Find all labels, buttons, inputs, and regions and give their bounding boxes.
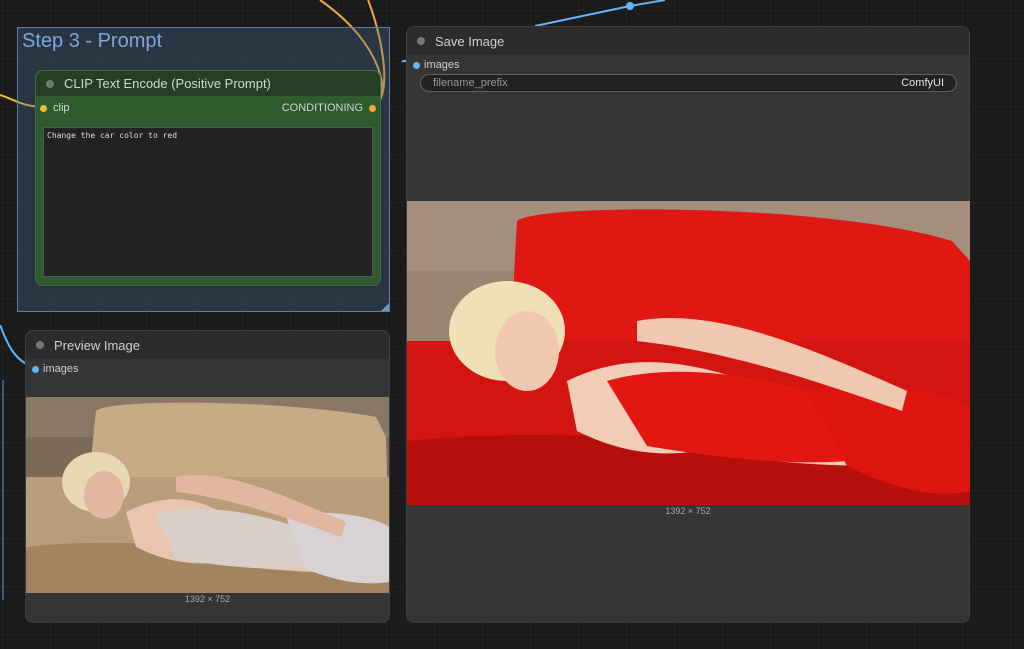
preview-image-size: 1392 × 752 <box>184 594 231 604</box>
clip-text-encode-node[interactable]: CLIP Text Encode (Positive Prompt) clip … <box>35 70 381 286</box>
filename-prefix-widget[interactable]: filename_prefix ComfyUI <box>420 74 957 92</box>
preview-node-header[interactable]: Preview Image <box>26 331 389 359</box>
preview-image-graphic <box>26 397 389 593</box>
images-input-dot-icon[interactable] <box>413 62 420 69</box>
images-input-dot-icon[interactable] <box>32 366 39 373</box>
clip-node-title: CLIP Text Encode (Positive Prompt) <box>64 76 271 91</box>
preview-image-node[interactable]: Preview Image images 1392 × 752 <box>25 330 390 623</box>
collapse-dot-icon[interactable] <box>46 79 54 88</box>
save-node-title: Save Image <box>435 33 505 49</box>
clip-node-header[interactable]: CLIP Text Encode (Positive Prompt) <box>36 71 380 96</box>
filename-prefix-value: ComfyUI <box>901 77 944 89</box>
save-image-node[interactable]: Save Image images filename_prefix ComfyU… <box>406 26 970 623</box>
group-title[interactable]: Step 3 - Prompt <box>22 30 162 53</box>
save-image-size: 1392 × 752 <box>665 506 711 516</box>
conditioning-output-label: CONDITIONING <box>281 102 363 114</box>
save-node-header[interactable]: Save Image <box>407 27 969 55</box>
preview-images-input-label: images <box>43 363 79 375</box>
image-wire-save <box>534 0 666 27</box>
preview-output-image[interactable] <box>26 397 389 593</box>
save-images-input-label: images <box>424 59 460 71</box>
preview-node-title: Preview Image <box>54 337 140 353</box>
save-slot-row: images <box>407 55 969 75</box>
save-image-graphic <box>407 201 970 505</box>
collapse-dot-icon[interactable] <box>36 341 44 349</box>
collapse-dot-icon[interactable] <box>417 37 425 45</box>
prompt-text-field[interactable]: Change the car color to red <box>43 127 373 277</box>
wire-reroute-dot <box>626 2 634 10</box>
save-output-image[interactable] <box>407 201 970 505</box>
group-resize-handle[interactable] <box>381 303 389 311</box>
clip-input-label: clip <box>53 102 70 114</box>
conditioning-output-dot-icon[interactable] <box>369 105 376 112</box>
preview-slot-row: images <box>26 359 389 379</box>
filename-prefix-label: filename_prefix <box>433 77 508 89</box>
clip-slot-row: clip CONDITIONING <box>36 98 380 118</box>
clip-input-dot-icon[interactable] <box>40 105 47 112</box>
